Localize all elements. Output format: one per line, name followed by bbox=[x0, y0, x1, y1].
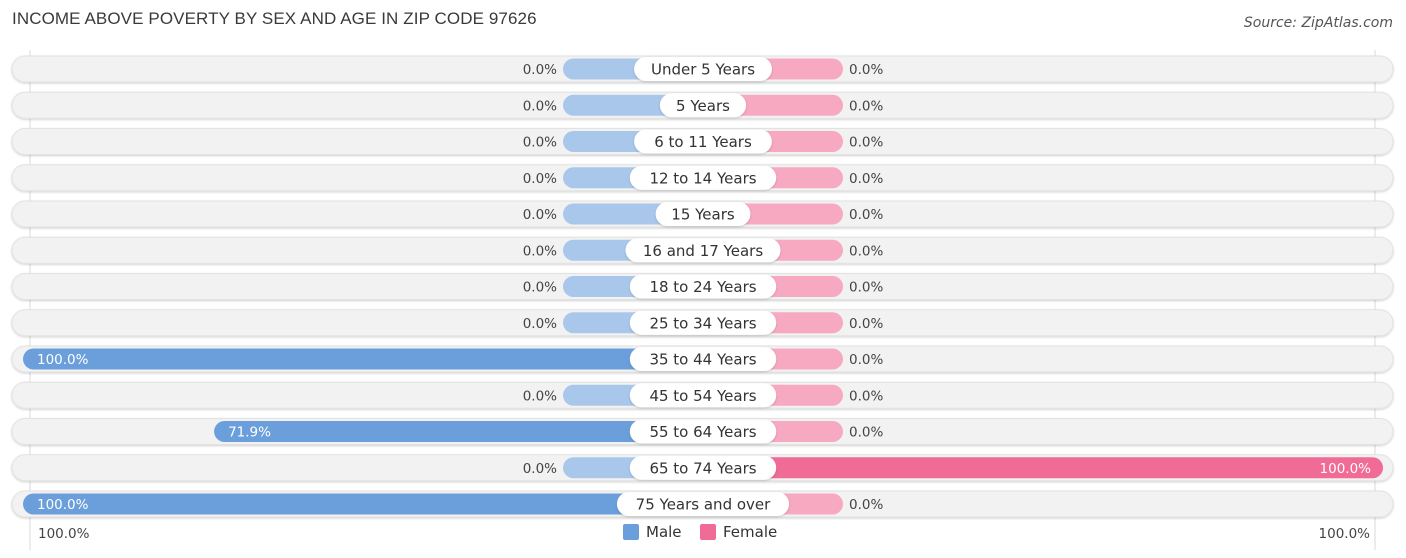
bar-row: 100.0% 0.0% 35 to 44 Years bbox=[11, 345, 1394, 373]
value-label-male: 100.0% bbox=[37, 497, 89, 513]
value-label-female: 0.0% bbox=[849, 316, 883, 332]
value-label-female: 0.0% bbox=[849, 243, 883, 259]
legend-label-male: Male bbox=[646, 523, 682, 541]
value-label-female: 0.0% bbox=[849, 497, 883, 513]
legend-label-female: Female bbox=[723, 523, 778, 541]
bar-male bbox=[23, 348, 703, 370]
category-label: 75 Years and over bbox=[636, 496, 771, 514]
value-label-male: 0.0% bbox=[523, 316, 557, 332]
value-label-male: 0.0% bbox=[523, 280, 557, 296]
bar-row: 0.0% 0.0% 18 to 24 Years bbox=[11, 273, 1394, 300]
category-label: 35 to 44 Years bbox=[649, 351, 756, 369]
value-label-female: 0.0% bbox=[849, 171, 883, 187]
category-label: 25 to 34 Years bbox=[649, 314, 756, 332]
value-label-female: 100.0% bbox=[1320, 461, 1372, 477]
value-label-female: 0.0% bbox=[849, 280, 883, 296]
category-label: 5 Years bbox=[676, 97, 730, 115]
category-label: 16 and 17 Years bbox=[643, 242, 763, 260]
value-label-male: 0.0% bbox=[523, 135, 557, 151]
category-label: 6 to 11 Years bbox=[654, 133, 752, 151]
value-label-male: 0.0% bbox=[523, 171, 557, 187]
value-label-female: 0.0% bbox=[849, 352, 883, 368]
value-label-male: 0.0% bbox=[523, 243, 557, 259]
category-label: 15 Years bbox=[671, 206, 735, 224]
category-label: 45 to 54 Years bbox=[649, 387, 756, 405]
bar-female bbox=[703, 457, 1383, 479]
bar-row: 0.0% 0.0% 45 to 54 Years bbox=[11, 381, 1394, 409]
value-label-female: 0.0% bbox=[849, 388, 883, 404]
value-label-female: 0.0% bbox=[849, 135, 883, 151]
bar-row: 0.0% 0.0% Under 5 Years bbox=[11, 55, 1394, 83]
bar-row: 0.0% 0.0% 5 Years bbox=[11, 91, 1394, 119]
legend-item-female[interactable]: Female bbox=[700, 523, 777, 541]
value-label-male: 0.0% bbox=[523, 388, 557, 404]
category-label: 55 to 64 Years bbox=[649, 423, 756, 441]
bar-row: 0.0% 0.0% 16 and 17 Years bbox=[11, 236, 1394, 264]
value-label-male: 0.0% bbox=[523, 62, 557, 78]
category-label: 65 to 74 Years bbox=[649, 459, 756, 477]
category-label: 12 to 14 Years bbox=[649, 169, 756, 187]
value-label-female: 0.0% bbox=[849, 98, 883, 114]
bar-row: 0.0% 0.0% 12 to 14 Years bbox=[11, 164, 1394, 192]
chart-canvas: 0.0% 0.0%Under 5 Years0.0% 0.0%5 Years0.0%… bbox=[11, 50, 1394, 550]
value-label-female: 0.0% bbox=[849, 425, 883, 441]
bar-male bbox=[23, 493, 703, 515]
value-label-male: 71.9% bbox=[228, 425, 271, 441]
category-label: Under 5 Years bbox=[651, 61, 755, 79]
value-label-male: 100.0% bbox=[37, 352, 89, 368]
bar-row: 0.0% 0.0% 25 to 34 Years bbox=[11, 309, 1394, 337]
bar-male bbox=[214, 421, 703, 442]
bar-row: 0.0% 100.0% 65 to 74 Years bbox=[11, 454, 1394, 482]
legend-item-male[interactable]: Male bbox=[623, 523, 682, 541]
value-label-female: 0.0% bbox=[849, 62, 883, 78]
legend-swatch-male bbox=[623, 524, 639, 540]
legend: Male Female bbox=[0, 523, 1406, 545]
bar-row: 0.0% 0.0% 6 to 11 Years bbox=[11, 128, 1394, 155]
category-label: 18 to 24 Years bbox=[649, 278, 756, 296]
value-label-male: 0.0% bbox=[523, 461, 557, 477]
value-label-female: 0.0% bbox=[849, 207, 883, 223]
value-label-male: 0.0% bbox=[523, 207, 557, 223]
bar-row: 0.0% 0.0% 15 Years bbox=[11, 200, 1394, 228]
bar-row: 100.0% 0.0% 75 Years and over bbox=[11, 490, 1394, 518]
value-label-male: 0.0% bbox=[523, 98, 557, 114]
bar-row: 71.9% 0.0% 55 to 64 Years bbox=[11, 418, 1394, 445]
legend-swatch-female bbox=[700, 524, 716, 540]
